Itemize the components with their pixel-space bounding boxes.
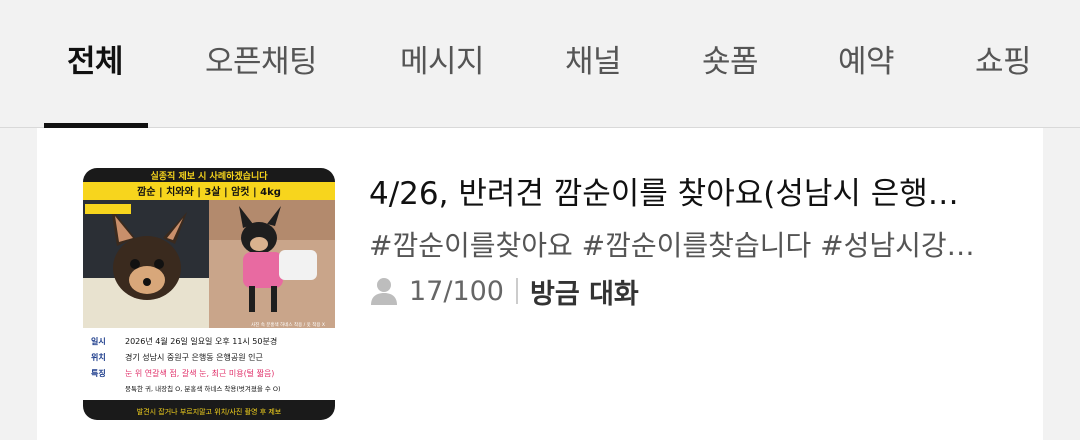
tab-open-chat[interactable]: 오픈채팅 bbox=[205, 36, 318, 128]
poster-photo-note-right: 사진 속 분홍색 하네스 착용 / 옷 착용 X bbox=[251, 321, 325, 328]
poster-header: 실종직 제보 시 사례하겠습니다 bbox=[150, 170, 268, 182]
person-icon bbox=[371, 278, 397, 305]
lost-dog-poster: 실종직 제보 시 사례하겠습니다 깜순 | 치와와 | 3살 | 암컷 | 4k… bbox=[83, 168, 335, 420]
member-count: 17/100 bbox=[409, 275, 504, 307]
poster-row-value: 경기 성남시 중원구 은행동 은행공원 인근 bbox=[125, 352, 263, 362]
poster-row-value: 2026년 4월 26일 일요일 오후 11시 50분경 bbox=[125, 336, 277, 346]
activity-status: 방금 대화 bbox=[530, 278, 639, 310]
result-card[interactable]: 실종직 제보 시 사례하겠습니다 깜순 | 치와와 | 3살 | 암컷 | 4k… bbox=[37, 128, 1043, 440]
meta-divider bbox=[516, 278, 518, 304]
thumbnail-image[interactable]: 실종직 제보 시 사례하겠습니다 깜순 | 치와와 | 3살 | 암컷 | 4k… bbox=[83, 168, 335, 420]
poster-row-label: 위치 bbox=[91, 352, 106, 362]
tab-messages[interactable]: 메시지 bbox=[400, 36, 485, 128]
result-hashtags: #깜순이를찾아요 #깜순이를찾습니다 #성남시강아… bbox=[369, 229, 999, 262]
tab-all[interactable]: 전체 bbox=[67, 36, 124, 128]
poster-row-value: 뭉툭한 귀, 내장칩 O, 분홍색 하네스 착용(벗겨졌을 수 O) bbox=[125, 384, 281, 393]
poster-row-label: 특징 bbox=[91, 368, 106, 378]
tab-bar: 전체 오픈채팅 메시지 채널 숏폼 예약 쇼핑 bbox=[0, 0, 1080, 128]
poster-row-value: 눈 위 연갈색 점, 갈색 눈, 최근 미용(털 짧음) bbox=[125, 368, 274, 378]
tab-shopping[interactable]: 쇼핑 bbox=[975, 36, 1032, 128]
tab-channel[interactable]: 채널 bbox=[565, 36, 622, 128]
tab-reservation[interactable]: 예약 bbox=[838, 36, 895, 128]
tab-shortform[interactable]: 숏폼 bbox=[702, 36, 759, 128]
result-title[interactable]: 4/26, 반려견 깜순이를 찾아요(성남시 은행… bbox=[369, 168, 1009, 213]
poster-footer: 발견시 잡거나 부르지말고 위치/사진 촬영 후 제보 bbox=[137, 407, 282, 416]
poster-row-label: 일시 bbox=[91, 336, 106, 346]
poster-info-bar: 깜순 | 치와와 | 3살 | 암컷 | 4kg bbox=[137, 185, 281, 198]
result-meta: 17/100 방금 대화 bbox=[369, 274, 639, 310]
